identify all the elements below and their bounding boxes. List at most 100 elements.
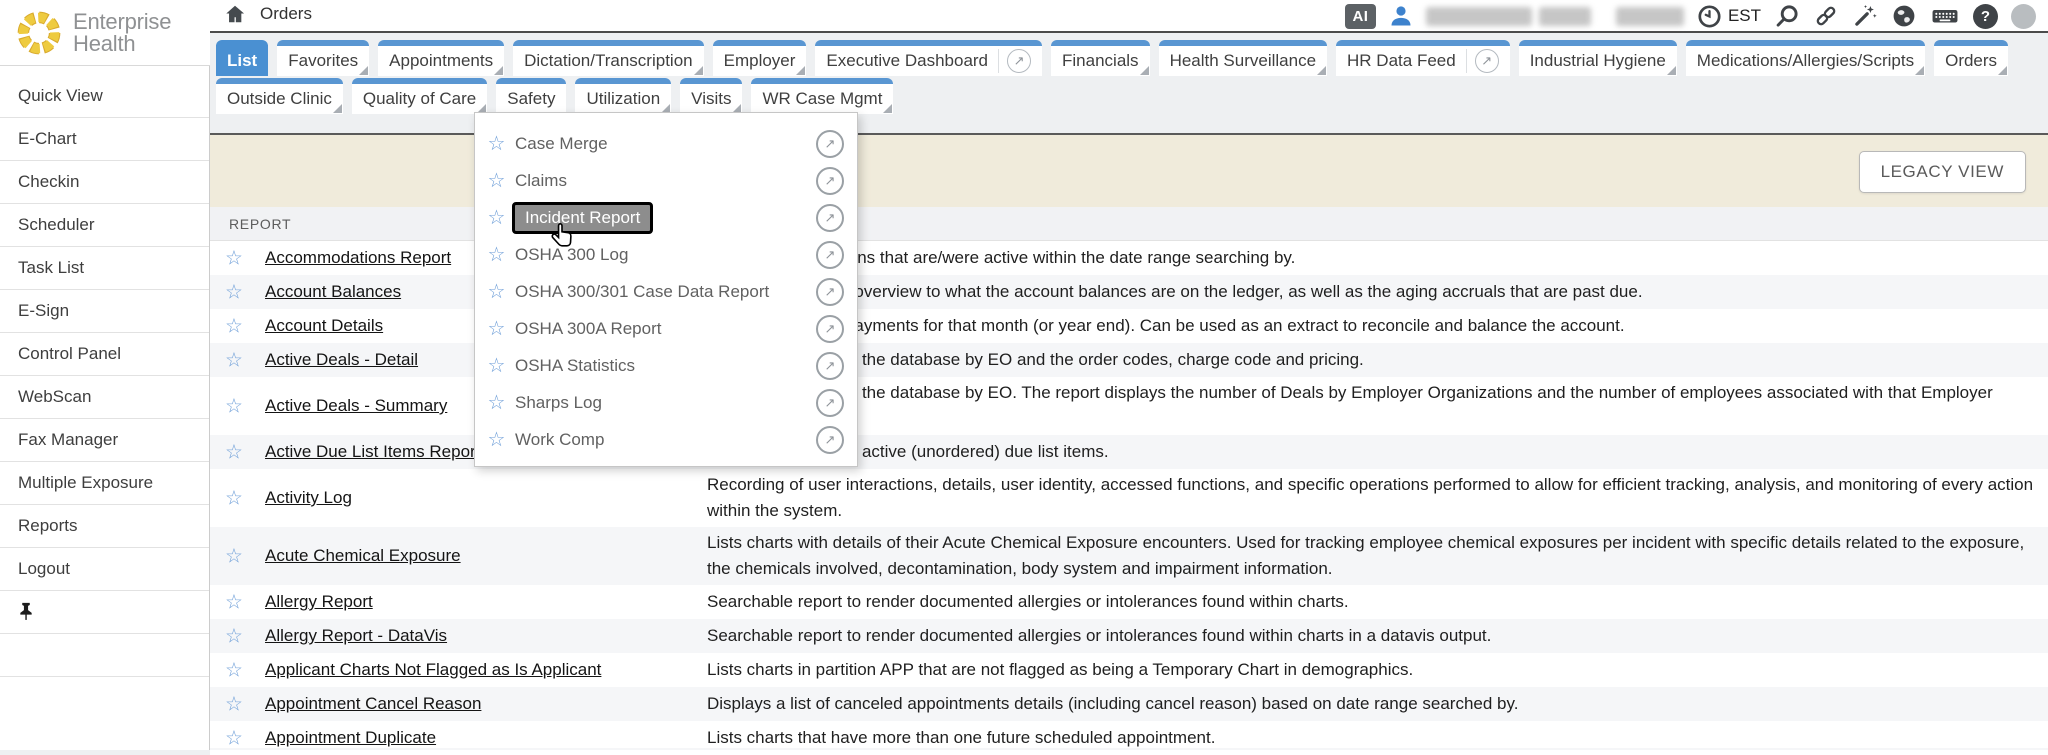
secondary-tab[interactable]: Safety ↗ [496, 78, 566, 114]
clock-icon[interactable] [1697, 4, 1722, 29]
report-link[interactable]: Appointment Duplicate [265, 728, 436, 747]
sidebar-item[interactable]: Task List [0, 247, 209, 290]
sidebar-item[interactable]: Multiple Exposure [0, 462, 209, 505]
favorite-star-icon[interactable]: ☆ [225, 486, 243, 511]
primary-tab[interactable]: Executive Dashboard ↗ [815, 40, 1042, 76]
menu-item[interactable]: ☆ OSHA 300A Report ↗ [475, 310, 857, 347]
report-link[interactable]: Active Due List Items Report [265, 442, 480, 461]
report-link[interactable]: Applicant Charts Not Flagged as Is Appli… [265, 660, 601, 679]
primary-tab[interactable]: Appointments ↗ [378, 40, 504, 76]
favorite-star-icon[interactable]: ☆ [484, 390, 509, 415]
favorite-star-icon[interactable]: ☆ [484, 242, 509, 267]
sidebar-item[interactable]: Fax Manager [0, 419, 209, 462]
open-in-new-icon[interactable]: ↗ [816, 352, 844, 380]
report-link[interactable]: Active Deals - Detail [265, 350, 418, 369]
tab-corner-fold-icon [883, 104, 892, 113]
open-in-new-icon[interactable]: ↗ [816, 278, 844, 306]
primary-tab[interactable]: Industrial Hygiene ↗ [1519, 40, 1677, 76]
favorite-star-icon[interactable]: ☆ [484, 353, 509, 378]
favorite-star-icon[interactable]: ☆ [225, 280, 243, 305]
favorite-star-icon[interactable]: ☆ [225, 590, 243, 615]
avatar[interactable] [2011, 4, 2036, 29]
report-link[interactable]: Appointment Cancel Reason [265, 694, 481, 713]
secondary-tab[interactable]: Utilization ↗ [575, 78, 671, 114]
favorite-star-icon[interactable]: ☆ [225, 440, 243, 465]
primary-tab[interactable]: Medications/Allergies/Scripts ↗ [1686, 40, 1925, 76]
sidebar-item[interactable]: E-Sign [0, 290, 209, 333]
open-in-new-icon[interactable]: ↗ [816, 130, 844, 158]
menu-item[interactable]: ☆ Claims ↗ [475, 162, 857, 199]
globe-icon[interactable] [1891, 3, 1917, 29]
secondary-tab[interactable]: Quality of Care ↗ [352, 78, 487, 114]
open-in-new-icon[interactable]: ↗ [1007, 49, 1031, 73]
open-in-new-icon[interactable]: ↗ [1475, 49, 1499, 73]
open-in-new-icon[interactable]: ↗ [816, 426, 844, 454]
open-in-new-icon[interactable]: ↗ [816, 241, 844, 269]
help-icon[interactable]: ? [1973, 4, 1998, 29]
link-icon[interactable] [1813, 3, 1839, 29]
secondary-tab[interactable]: WR Case Mgmt ↗ [751, 78, 893, 114]
home-icon[interactable] [224, 3, 246, 25]
favorite-star-icon[interactable]: ☆ [484, 279, 509, 304]
report-link[interactable]: Account Balances [265, 282, 401, 301]
secondary-tab[interactable]: Visits ↗ [680, 78, 742, 114]
menu-item[interactable]: ☆ OSHA 300/301 Case Data Report ↗ [475, 273, 857, 310]
primary-tab[interactable]: Financials ↗ [1051, 40, 1150, 76]
open-in-new-icon[interactable]: ↗ [816, 167, 844, 195]
menu-item[interactable]: ☆ Work Comp ↗ [475, 421, 857, 458]
report-link[interactable]: Activity Log [265, 488, 352, 507]
favorite-star-icon[interactable]: ☆ [225, 544, 243, 569]
favorite-star-icon[interactable]: ☆ [225, 726, 243, 751]
sidebar-item[interactable]: Scheduler [0, 204, 209, 247]
primary-tab[interactable]: Employer ↗ [713, 40, 807, 76]
favorite-star-icon[interactable]: ☆ [484, 131, 509, 156]
report-link[interactable]: Acute Chemical Exposure [265, 546, 461, 565]
primary-tab[interactable]: List ↗ [216, 40, 268, 76]
report-link[interactable]: Account Details [265, 316, 383, 335]
favorite-star-icon[interactable]: ☆ [225, 658, 243, 683]
sidebar-item[interactable]: Logout [0, 548, 209, 591]
legacy-view-button[interactable]: LEGACY VIEW [1859, 151, 2026, 193]
menu-item[interactable]: ☆ OSHA 300 Log ↗ [475, 236, 857, 273]
sidebar-pin-item[interactable] [0, 591, 209, 634]
search-icon[interactable] [1774, 3, 1800, 29]
sidebar-item[interactable]: E-Chart [0, 118, 209, 161]
report-link[interactable]: Active Deals - Summary [265, 396, 447, 415]
favorite-star-icon[interactable]: ☆ [225, 348, 243, 373]
report-link[interactable]: Allergy Report [265, 592, 373, 611]
secondary-tab[interactable]: Outside Clinic ↗ [216, 78, 343, 114]
sidebar-item[interactable]: WebScan [0, 376, 209, 419]
report-description: Report that displays active (unordered) … [707, 436, 2048, 468]
favorite-star-icon[interactable]: ☆ [484, 427, 509, 452]
ai-badge[interactable]: AI [1345, 4, 1376, 29]
menu-item[interactable]: ☆ OSHA Statistics ↗ [475, 347, 857, 384]
favorite-star-icon[interactable]: ☆ [225, 624, 243, 649]
primary-tab[interactable]: Orders ↗ [1934, 40, 2008, 76]
report-link[interactable]: Accommodations Report [265, 248, 451, 267]
sidebar-item[interactable]: Checkin [0, 161, 209, 204]
favorite-star-icon[interactable]: ☆ [225, 314, 243, 339]
favorite-star-icon[interactable]: ☆ [225, 692, 243, 717]
favorite-star-icon[interactable]: ☆ [484, 316, 509, 341]
sidebar-item[interactable]: Reports [0, 505, 209, 548]
primary-tab[interactable]: Dictation/Transcription ↗ [513, 40, 704, 76]
open-in-new-icon[interactable]: ↗ [816, 389, 844, 417]
keyboard-icon[interactable] [1930, 3, 1960, 29]
user-icon[interactable] [1389, 4, 1413, 28]
report-link[interactable]: Allergy Report - DataVis [265, 626, 447, 645]
favorite-star-icon[interactable]: ☆ [484, 168, 509, 193]
menu-item[interactable]: ☆ Case Merge ↗ [475, 125, 857, 162]
menu-item[interactable]: ☆ Sharps Log ↗ [475, 384, 857, 421]
menu-item[interactable]: ☆ Incident Report ↗ [475, 199, 857, 236]
sidebar-item[interactable]: Quick View [0, 75, 209, 118]
primary-tab[interactable]: Favorites ↗ [277, 40, 369, 76]
sidebar-item[interactable]: Control Panel [0, 333, 209, 376]
open-in-new-icon[interactable]: ↗ [816, 204, 844, 232]
wand-icon[interactable] [1852, 3, 1878, 29]
favorite-star-icon[interactable]: ☆ [484, 205, 509, 230]
open-in-new-icon[interactable]: ↗ [816, 315, 844, 343]
primary-tab[interactable]: Health Surveillance ↗ [1159, 40, 1327, 76]
favorite-star-icon[interactable]: ☆ [225, 394, 243, 419]
favorite-star-icon[interactable]: ☆ [225, 246, 243, 271]
primary-tab[interactable]: HR Data Feed ↗ [1336, 40, 1510, 76]
